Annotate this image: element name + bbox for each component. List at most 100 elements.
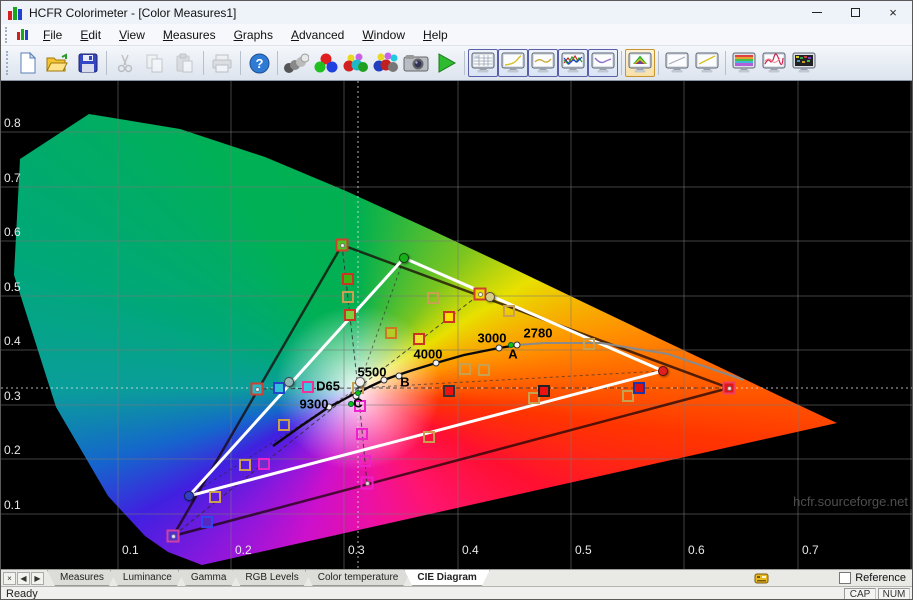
menu-file[interactable]: File xyxy=(34,25,71,45)
cie-diagram-view[interactable]: 9300 D65 5500 4000 3000 2780 A B C 0.1 0.2 0.3 0.4 0.… xyxy=(1,81,912,569)
measure-square xyxy=(273,382,285,394)
measure-square xyxy=(385,327,397,339)
view-gamma-button[interactable] xyxy=(528,49,558,77)
y-axis-tick-label: 0.1 xyxy=(4,498,21,512)
view-luminance-button[interactable] xyxy=(498,49,528,77)
copy-button[interactable] xyxy=(140,49,170,77)
menu-advanced[interactable]: Advanced xyxy=(282,25,353,45)
view-a-button[interactable] xyxy=(662,49,692,77)
toolbar-separator xyxy=(277,51,278,75)
menu-graphs[interactable]: Graphs xyxy=(225,25,282,45)
tab-gamma[interactable]: Gamma xyxy=(178,570,240,586)
camera-button[interactable] xyxy=(401,49,431,77)
watermark: hcfr.sourceforge.net xyxy=(793,494,908,509)
status-bar: Ready CAP NUM xyxy=(1,586,912,599)
measure-square xyxy=(443,385,455,397)
x-axis-tick-label: 0.5 xyxy=(575,543,592,557)
view-colortemp-button[interactable] xyxy=(588,49,618,77)
target-symbol xyxy=(364,480,370,486)
cut-button[interactable] xyxy=(110,49,140,77)
primary-target-square xyxy=(360,476,374,490)
measured-point-circle xyxy=(284,377,294,387)
save-button[interactable] xyxy=(73,49,103,77)
menu-edit[interactable]: Edit xyxy=(71,25,110,45)
view-cie-button[interactable] xyxy=(625,49,655,77)
play-button[interactable] xyxy=(431,49,461,77)
maximize-button[interactable] xyxy=(836,1,874,24)
measured-point-circle xyxy=(184,491,194,501)
view-noise-button[interactable] xyxy=(789,49,819,77)
target-symbol xyxy=(254,386,260,392)
measure-square xyxy=(538,385,550,397)
x-axis-tick-label: 0.3 xyxy=(348,543,365,557)
toolbar-separator xyxy=(106,51,107,75)
locus-label: 5500 xyxy=(357,364,387,380)
target-symbol xyxy=(170,533,176,539)
tab-rgb-levels[interactable]: RGB Levels xyxy=(232,570,311,586)
measure-square xyxy=(342,273,354,285)
measure-square xyxy=(201,516,213,528)
view-stripes-button[interactable] xyxy=(729,49,759,77)
gray-series-button[interactable] xyxy=(281,49,311,77)
toolbar-separator xyxy=(240,51,241,75)
tab-color-temperature[interactable]: Color temperature xyxy=(305,570,412,586)
tabbar-close-button[interactable]: × xyxy=(3,571,16,585)
y-axis-tick-label: 0.6 xyxy=(4,225,21,239)
full-series-button[interactable] xyxy=(371,49,401,77)
reference-checkbox[interactable] xyxy=(839,572,852,584)
reference-sat-square xyxy=(239,459,251,471)
primary-series-button[interactable] xyxy=(311,49,341,77)
menu-view[interactable]: View xyxy=(110,25,154,45)
new-file-button[interactable] xyxy=(13,49,43,77)
reference-sat-square xyxy=(209,491,221,503)
reference-sat-square xyxy=(583,338,595,350)
tab-cie-diagram[interactable]: CIE Diagram xyxy=(404,570,489,586)
toolbar-separator xyxy=(725,51,726,75)
reference-sat-square xyxy=(278,419,290,431)
help-button[interactable]: ? xyxy=(244,49,274,77)
svg-text:?: ? xyxy=(255,56,263,71)
menubar-grip xyxy=(5,26,9,43)
toolbar-separator xyxy=(203,51,204,75)
view-b-button[interactable] xyxy=(692,49,722,77)
mdi-document-icon[interactable] xyxy=(16,28,30,41)
measure-square xyxy=(344,309,356,321)
view-curves-button[interactable] xyxy=(759,49,789,77)
measure-square xyxy=(413,333,425,345)
measure-square xyxy=(633,382,645,394)
locus-label: A xyxy=(508,346,518,362)
tabbar-next-button[interactable]: ▶ xyxy=(31,571,44,585)
locus-label: D65 xyxy=(316,378,340,394)
view-measures-button[interactable] xyxy=(468,49,498,77)
reference-sat-square xyxy=(459,363,471,375)
primary-target-square xyxy=(335,238,349,252)
main-toolbar: ? xyxy=(1,46,912,81)
y-axis-tick-label: 0.3 xyxy=(4,389,21,403)
title-bar: HCFR Colorimeter - [Color Measures1] × xyxy=(1,1,912,24)
close-button[interactable]: × xyxy=(874,1,912,24)
measured-point-circle xyxy=(399,253,409,263)
toolbar-separator xyxy=(658,51,659,75)
view-tab-bar: × ◀ ▶ Measures Luminance Gamma RGB Levels Co… xyxy=(1,569,912,586)
minimize-button[interactable] xyxy=(798,1,836,24)
app-logo-icon xyxy=(8,6,22,20)
menu-help[interactable]: Help xyxy=(414,25,457,45)
tabbar-prev-button[interactable]: ◀ xyxy=(17,571,30,585)
secondary-series-button[interactable] xyxy=(341,49,371,77)
y-axis-tick-label: 0.4 xyxy=(4,334,21,348)
x-axis-tick-label: 0.1 xyxy=(122,543,139,557)
print-button[interactable] xyxy=(207,49,237,77)
open-folder-button[interactable] xyxy=(43,49,73,77)
paste-button[interactable] xyxy=(170,49,200,77)
measure-square xyxy=(258,458,270,470)
tab-luminance[interactable]: Luminance xyxy=(110,570,185,586)
measure-square xyxy=(443,311,455,323)
tab-measures[interactable]: Measures xyxy=(47,570,117,586)
y-axis-tick-label: 0.2 xyxy=(4,443,21,457)
sensor-status-icon xyxy=(754,573,769,583)
menu-window[interactable]: Window xyxy=(353,25,414,45)
menu-measures[interactable]: Measures xyxy=(154,25,225,45)
y-axis-tick-label: 0.8 xyxy=(4,116,21,130)
view-rgb-button[interactable] xyxy=(558,49,588,77)
measured-point-circle xyxy=(485,292,495,302)
